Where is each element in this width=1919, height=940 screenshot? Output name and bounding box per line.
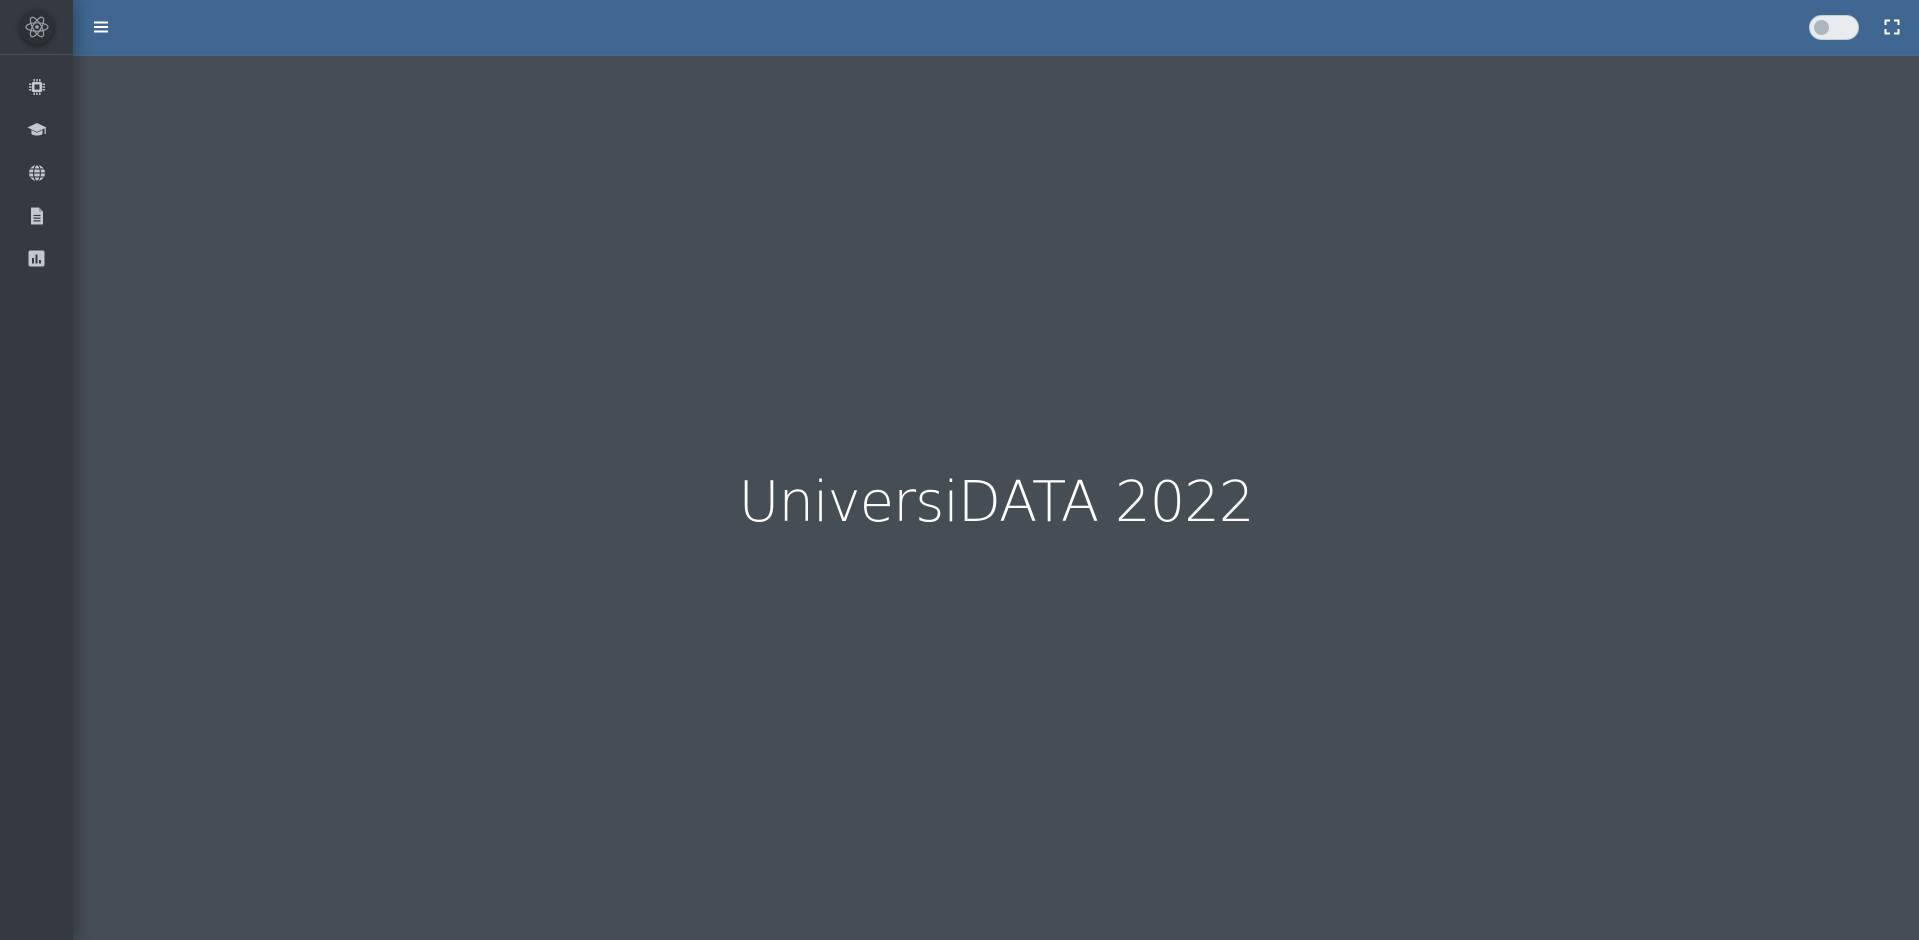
- bar-chart-icon: [28, 250, 45, 267]
- sidebar-item-statistics[interactable]: [0, 237, 73, 280]
- sidebar-item-hardware[interactable]: [0, 65, 73, 108]
- atom-icon: [19, 10, 54, 44]
- main-content: UniversiDATA 2022: [73, 56, 1919, 940]
- sidebar-item-documents[interactable]: [0, 194, 73, 237]
- expand-icon[interactable]: [1884, 19, 1900, 35]
- page-title: UniversiDATA 2022: [738, 470, 1255, 535]
- globe-icon: [28, 163, 46, 182]
- document-icon: [29, 207, 45, 225]
- brand-link[interactable]: [0, 0, 73, 55]
- top-navbar: [73, 0, 1919, 56]
- sidebar: [0, 0, 73, 940]
- cpu-chip-icon: [28, 78, 46, 96]
- hamburger-menu-icon[interactable]: [93, 19, 109, 35]
- graduation-cap-icon: [27, 121, 47, 139]
- theme-toggle-switch[interactable]: [1809, 15, 1859, 40]
- sidebar-item-education[interactable]: [0, 108, 73, 151]
- sidebar-nav: [0, 65, 73, 280]
- app-window: UniversiDATA 2022: [0, 0, 1919, 940]
- toggle-switch-icon: [1814, 20, 1829, 35]
- sidebar-item-global[interactable]: [0, 151, 73, 194]
